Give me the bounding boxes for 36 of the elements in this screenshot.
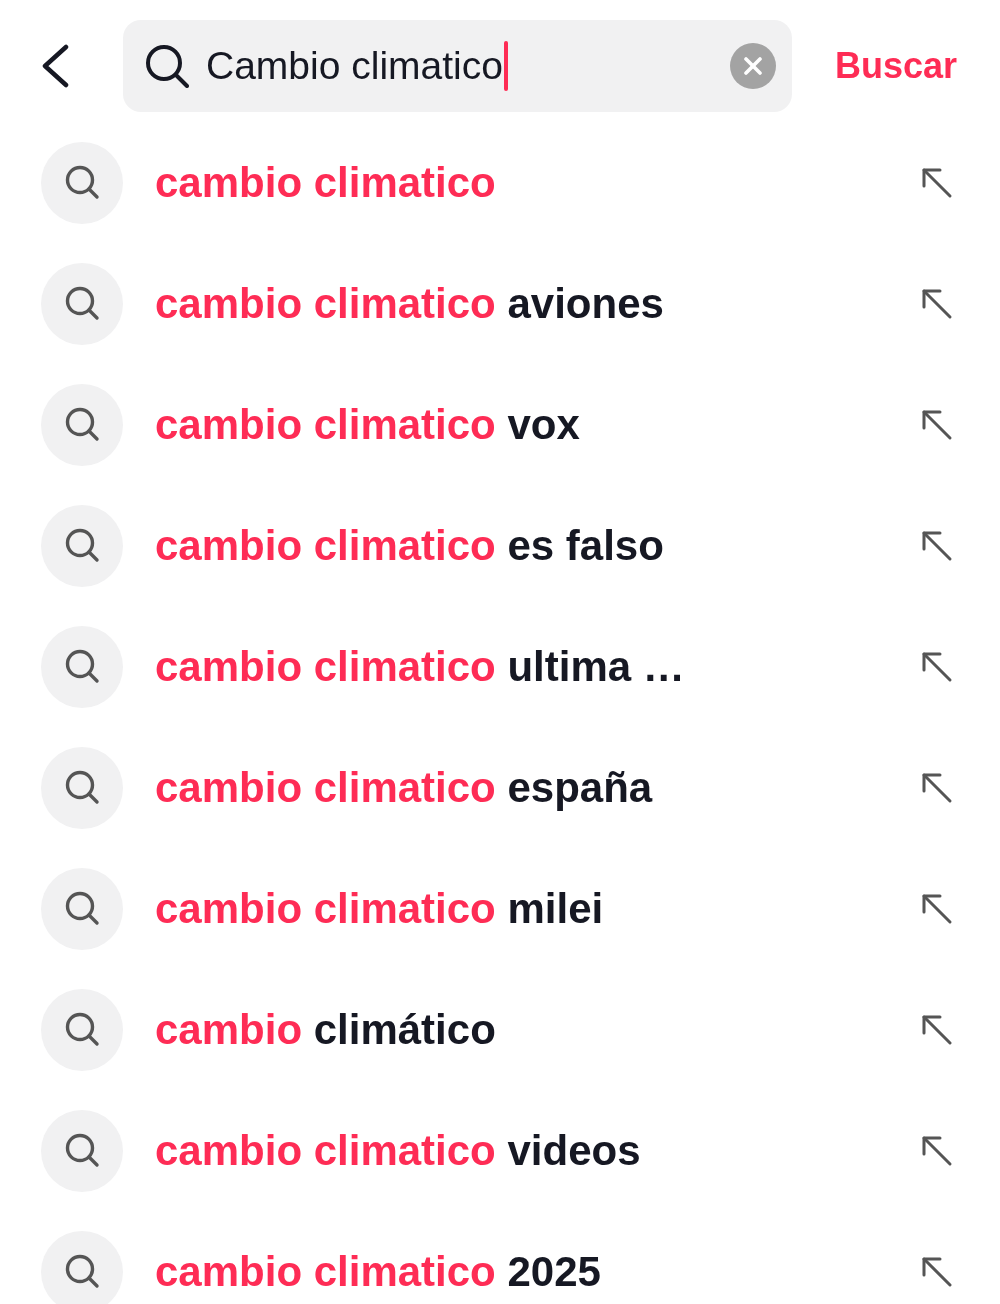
search-icon: [41, 383, 123, 466]
search-icon: [41, 746, 123, 829]
search-icon: [41, 625, 123, 708]
search-button[interactable]: Buscar: [835, 44, 958, 88]
back-icon[interactable]: [41, 44, 71, 88]
search-icon: [41, 262, 123, 345]
search-icon: [41, 1230, 123, 1304]
search-icon: [41, 988, 123, 1071]
suggestion-text[interactable]: cambio climatico 2025: [155, 1246, 601, 1297]
search-icon: [41, 1109, 123, 1192]
suggestion-text[interactable]: cambio climatico milei: [155, 883, 604, 934]
search-icon: [41, 504, 123, 587]
arrow-icon[interactable]: [921, 1013, 953, 1046]
arrow-icon[interactable]: [921, 1255, 953, 1288]
arrow-icon[interactable]: [921, 287, 953, 320]
suggestion-text[interactable]: cambio climatico: [155, 157, 496, 208]
suggestion-text[interactable]: cambio climatico es falso: [155, 520, 664, 571]
suggestion-text[interactable]: cambio climatico aviones: [155, 278, 664, 329]
arrow-icon[interactable]: [921, 529, 953, 562]
search-icon: [41, 867, 123, 950]
close-icon: [744, 57, 762, 75]
arrow-icon[interactable]: [921, 771, 953, 804]
search-icon: [145, 44, 189, 88]
suggestion-text[interactable]: cambio climatico españa: [155, 762, 653, 813]
suggestion-text[interactable]: cambio climatico videos: [155, 1125, 641, 1176]
suggestion-text[interactable]: cambio climatico vox: [155, 399, 580, 450]
search-query-text: Cambio climatico: [206, 43, 503, 89]
arrow-icon[interactable]: [921, 892, 953, 925]
search-field[interactable]: Cambio climatico: [123, 20, 792, 112]
suggestion-text[interactable]: cambio climático: [155, 1004, 496, 1055]
arrow-icon[interactable]: [921, 166, 953, 199]
arrow-icon[interactable]: [921, 1134, 953, 1167]
arrow-icon[interactable]: [921, 408, 953, 441]
suggestion-text[interactable]: cambio climatico ultima …: [155, 641, 685, 692]
arrow-icon[interactable]: [921, 650, 953, 683]
search-icon: [41, 141, 123, 224]
